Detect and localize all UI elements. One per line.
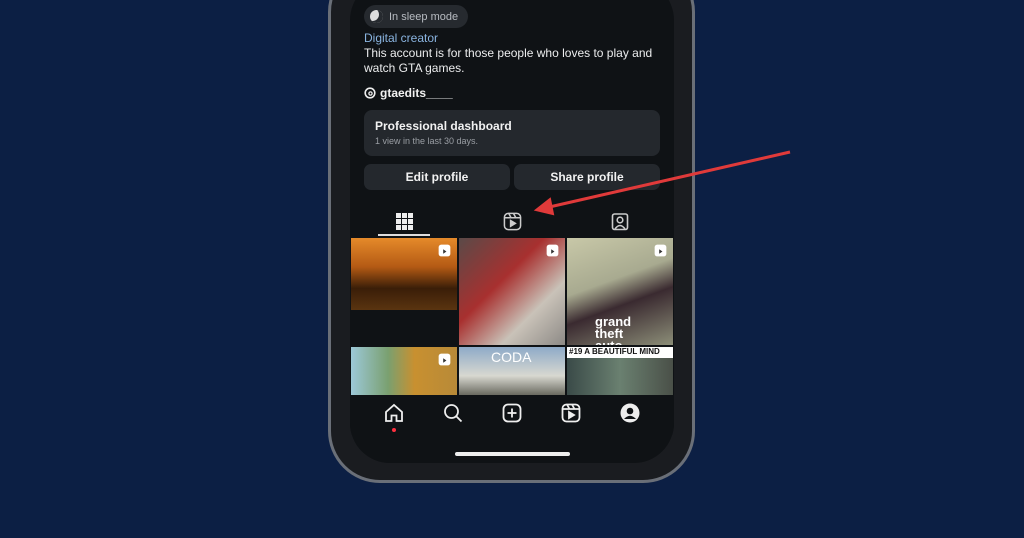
annotation-arrow [533, 150, 791, 216]
arrow-head-icon [533, 197, 555, 216]
